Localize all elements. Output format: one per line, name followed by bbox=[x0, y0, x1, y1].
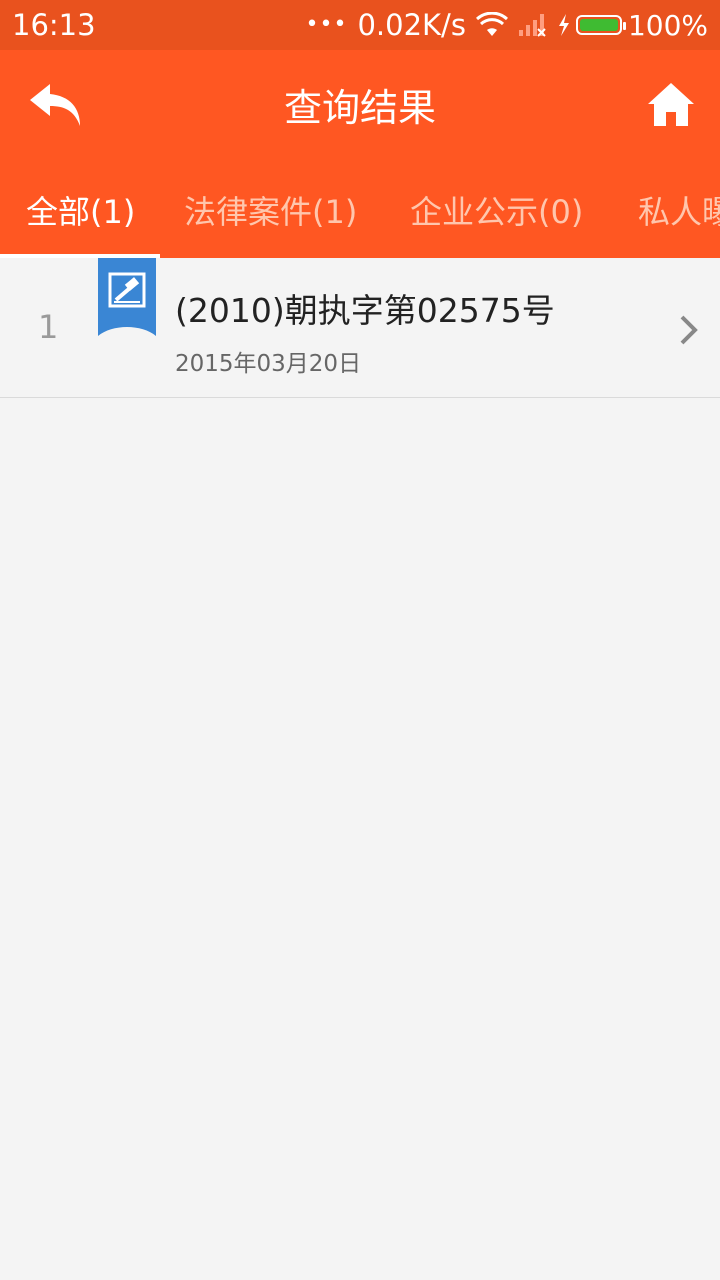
case-date: 2015年03月20日 bbox=[175, 351, 362, 377]
chevron-right-icon bbox=[680, 315, 698, 345]
notification-dots: ••• bbox=[305, 12, 348, 37]
battery-percent: 100% bbox=[627, 8, 708, 42]
case-number: (2010)朝执字第02575号 bbox=[175, 291, 555, 330]
status-time: 16:13 bbox=[12, 8, 96, 42]
network-speed: 0.02K/s bbox=[357, 8, 466, 42]
item-index: 1 bbox=[38, 308, 59, 346]
status-indicators: ••• 0.02K/s 100% bbox=[306, 8, 708, 42]
gavel-icon bbox=[98, 258, 156, 338]
app-header: 查询结果 bbox=[0, 50, 720, 168]
list-item[interactable]: 1 (2010)朝执字第02575号 2015年03月20日 bbox=[0, 258, 720, 398]
results-list: 1 (2010)朝执字第02575号 2015年03月20日 bbox=[0, 258, 720, 398]
status-bar: 16:13 ••• 0.02K/s 100% bbox=[0, 0, 720, 50]
battery-level bbox=[579, 19, 618, 31]
category-tabs: 全部(1) 法律案件(1) 企业公示(0) 私人曝 bbox=[0, 168, 720, 258]
battery-icon bbox=[575, 15, 626, 35]
tab-legal-cases[interactable]: 法律案件(1) bbox=[184, 168, 357, 258]
signal-icon bbox=[518, 12, 548, 38]
wifi-icon bbox=[475, 12, 508, 38]
tab-enterprise-publicity[interactable]: 企业公示(0) bbox=[410, 168, 583, 258]
home-icon bbox=[648, 83, 694, 126]
charge-icon bbox=[558, 14, 570, 36]
battery: 100% bbox=[558, 9, 708, 42]
tab-private-exposure[interactable]: 私人曝 bbox=[638, 168, 720, 258]
home-button[interactable] bbox=[646, 80, 696, 130]
page-title: 查询结果 bbox=[283, 86, 436, 130]
tab-all[interactable]: 全部(1) bbox=[26, 168, 135, 258]
